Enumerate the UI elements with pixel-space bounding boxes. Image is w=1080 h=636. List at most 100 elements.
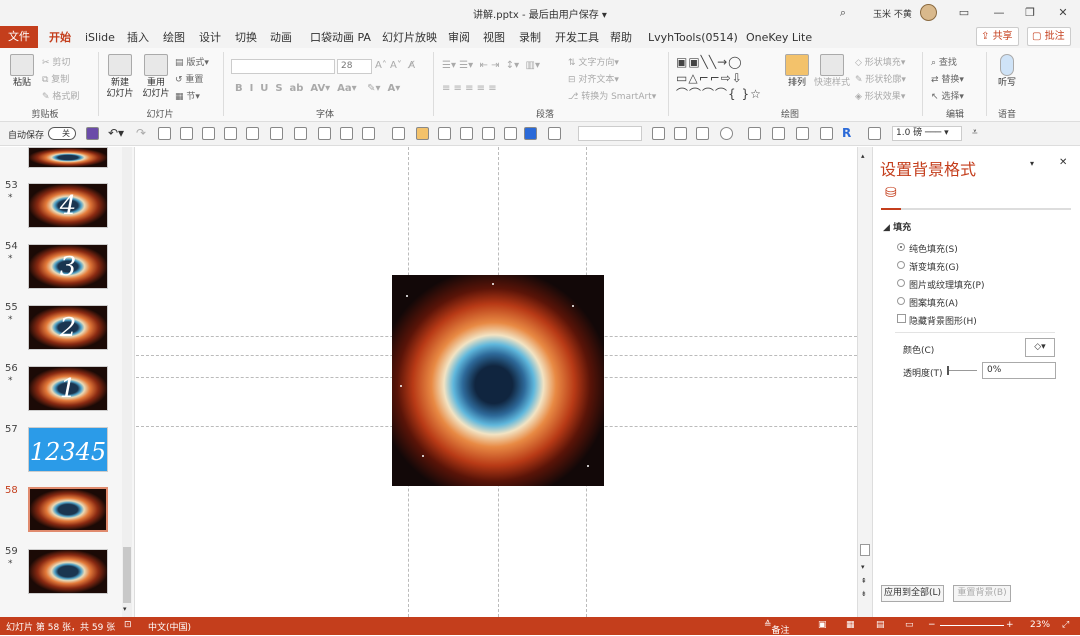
tab-design[interactable]: 设计 bbox=[199, 29, 221, 47]
transparency-slider[interactable] bbox=[947, 366, 977, 375]
slide-thumbnail[interactable] bbox=[28, 549, 108, 594]
fit-to-window-icon[interactable]: ⤢ bbox=[1062, 620, 1069, 630]
slide-thumbnail[interactable]: 1 bbox=[28, 366, 108, 411]
align-left-icon[interactable] bbox=[438, 127, 451, 140]
group-icon[interactable] bbox=[318, 127, 331, 140]
picture-fill-radio[interactable] bbox=[897, 279, 905, 287]
tab-onekey[interactable]: OneKey Lite bbox=[746, 29, 812, 47]
align-text-button[interactable]: ⊟ 对齐文本▾ bbox=[568, 72, 619, 85]
share-button[interactable]: ⇪ 共享 bbox=[976, 27, 1019, 46]
smartart-button[interactable]: ⎇ 转换为 SmartArt▾ bbox=[568, 89, 656, 102]
autosave-toggle[interactable]: 关 bbox=[48, 127, 76, 140]
underline-color-icon[interactable] bbox=[696, 127, 709, 140]
font-size-input[interactable]: 28 bbox=[337, 59, 372, 74]
merge-shapes-icon[interactable] bbox=[294, 127, 307, 140]
arrange-button[interactable]: 排列 bbox=[784, 54, 810, 89]
brush-icon[interactable] bbox=[868, 127, 881, 140]
fill-section-header[interactable]: ◢ 填充 bbox=[883, 220, 911, 233]
pane-options-icon[interactable]: ▾ bbox=[1030, 159, 1034, 168]
copy-button[interactable]: ⧉ 复制 bbox=[42, 72, 69, 85]
tab-developer[interactable]: 开发工具 bbox=[555, 29, 599, 47]
shape-outline-button[interactable]: ✎ 形状轮廓▾ bbox=[855, 72, 906, 85]
font-name-input[interactable] bbox=[231, 59, 335, 74]
textbox-icon[interactable] bbox=[202, 127, 215, 140]
fill-color-icon[interactable] bbox=[524, 127, 537, 140]
quick-styles-button[interactable]: 快速样式 bbox=[812, 54, 852, 89]
bring-forward-icon[interactable] bbox=[392, 127, 405, 140]
slide-thumbnail[interactable]: 12345 bbox=[28, 427, 108, 472]
customize-qat-icon[interactable]: ⩡ bbox=[972, 127, 978, 138]
line-weight-select[interactable]: 1.0 磅 ─── ▾ bbox=[892, 126, 962, 141]
format-painter-icon[interactable] bbox=[504, 127, 517, 140]
scroll-down-icon[interactable]: ▾ bbox=[123, 605, 127, 613]
zoom-level[interactable]: 23% bbox=[1030, 620, 1050, 630]
avatar[interactable] bbox=[920, 4, 937, 21]
tab-slideshow[interactable]: 幻灯片放映 bbox=[382, 29, 437, 47]
transparency-input[interactable]: 0% bbox=[982, 362, 1056, 379]
tab-review[interactable]: 审阅 bbox=[448, 29, 470, 47]
shapes-gallery[interactable]: ▣▣╲╲→◯ ▭△⌐⌐⇨⇩ ⌒⌒⌒⌒{ }☆ bbox=[676, 54, 776, 104]
normal-view-icon[interactable]: ▣ bbox=[818, 620, 827, 630]
shape-effects-button[interactable]: ◈ 形状效果▾ bbox=[855, 89, 905, 102]
eyedropper-icon[interactable] bbox=[482, 127, 495, 140]
hide-bg-graphics-checkbox[interactable] bbox=[897, 314, 906, 323]
tab-record[interactable]: 录制 bbox=[519, 29, 541, 47]
slide-sorter-icon[interactable]: ▦ bbox=[846, 620, 855, 630]
redo-icon[interactable]: ↷ bbox=[136, 126, 146, 140]
solid-fill-radio[interactable] bbox=[897, 243, 905, 251]
tab-file[interactable]: 文件 bbox=[0, 26, 38, 48]
spellcheck-icon[interactable] bbox=[180, 127, 193, 140]
tab-insert[interactable]: 插入 bbox=[127, 29, 149, 47]
slide-thumbnail-52[interactable] bbox=[28, 147, 108, 168]
undo-icon[interactable]: ↶▾ bbox=[108, 126, 124, 140]
tab-animations[interactable]: 动画 bbox=[270, 29, 292, 47]
slideshow-start-icon[interactable] bbox=[158, 127, 171, 140]
zoom-out-icon[interactable]: − bbox=[928, 620, 936, 630]
tab-view[interactable]: 视图 bbox=[483, 29, 505, 47]
crop-icon[interactable] bbox=[548, 127, 561, 140]
list-buttons[interactable]: ☰▾ ☰▾ ⇤ ⇥ ↕▾ ▥▾ bbox=[442, 60, 540, 71]
section-button[interactable]: ▦ 节▾ bbox=[175, 89, 200, 102]
layout-button[interactable]: ▤ 版式▾ bbox=[175, 55, 209, 68]
color-picker-button[interactable]: ◇▾ bbox=[1025, 338, 1055, 357]
notes-button[interactable]: ≙ 备注 bbox=[764, 620, 790, 636]
font-grow-shrink[interactable]: A˄ A˅ A̸ bbox=[375, 60, 415, 71]
prev-slide-icon[interactable]: ⇞ bbox=[861, 577, 867, 585]
align-center-icon[interactable] bbox=[460, 127, 473, 140]
line-style-icon[interactable] bbox=[748, 127, 761, 140]
arrow-style-icon[interactable] bbox=[772, 127, 785, 140]
select-button[interactable]: ↖ 选择▾ bbox=[931, 89, 964, 102]
shape-fill-button[interactable]: ◇ 形状填充▾ bbox=[855, 55, 905, 68]
replace-button[interactable]: ⇄ 替换▾ bbox=[931, 72, 964, 85]
canvas-scrollbar[interactable]: ▴ ▾ ⇞ ⇟ bbox=[857, 147, 872, 617]
r-icon[interactable]: R bbox=[842, 126, 851, 140]
distribute-icon[interactable] bbox=[362, 127, 375, 140]
reset-button[interactable]: ↺ 重置 bbox=[175, 72, 203, 85]
slide-thumbnail[interactable]: 2 bbox=[28, 305, 108, 350]
fill-bucket-icon[interactable]: ⛁ bbox=[885, 185, 897, 201]
tab-islide[interactable]: iSlide bbox=[85, 29, 115, 47]
thumbnails-scrollbar[interactable]: ▾ bbox=[122, 147, 132, 617]
tab-lvyhtools[interactable]: LvyhTools(0514) bbox=[648, 29, 738, 47]
format-painter-button[interactable]: ✎ 格式刷 bbox=[42, 89, 79, 102]
font-format-buttons[interactable]: B I U S ab AV▾ Aa▾ ✎▾ A▾ bbox=[235, 83, 400, 94]
tab-home[interactable]: 开始 bbox=[49, 29, 71, 50]
slide-thumbnail[interactable]: 3 bbox=[28, 244, 108, 289]
zoom-slider[interactable] bbox=[940, 625, 1004, 626]
font-color-icon[interactable] bbox=[652, 127, 665, 140]
restore-icon[interactable]: ❐ bbox=[1021, 4, 1039, 22]
tab-pocket-animation[interactable]: 口袋动画 PA bbox=[310, 29, 371, 47]
find-button[interactable]: ⌕ 查找 bbox=[931, 55, 957, 68]
gradient-fill-radio[interactable] bbox=[897, 261, 905, 269]
tab-draw[interactable]: 绘图 bbox=[163, 29, 185, 47]
scrollbar-thumb[interactable] bbox=[860, 544, 870, 556]
table-icon[interactable] bbox=[270, 127, 283, 140]
shape-icon[interactable] bbox=[246, 127, 259, 140]
slideshow-view-icon[interactable]: ▭ bbox=[905, 620, 914, 630]
scrollbar-thumb[interactable] bbox=[123, 547, 131, 603]
save-icon[interactable] bbox=[86, 127, 99, 140]
scroll-up-icon[interactable]: ▴ bbox=[861, 152, 865, 160]
paste-button[interactable]: 粘贴 bbox=[8, 54, 36, 89]
dictate-button[interactable]: 听写 bbox=[994, 54, 1020, 89]
align-buttons[interactable]: ≡ ≡ ≡ ≡ ≡ bbox=[442, 83, 497, 94]
